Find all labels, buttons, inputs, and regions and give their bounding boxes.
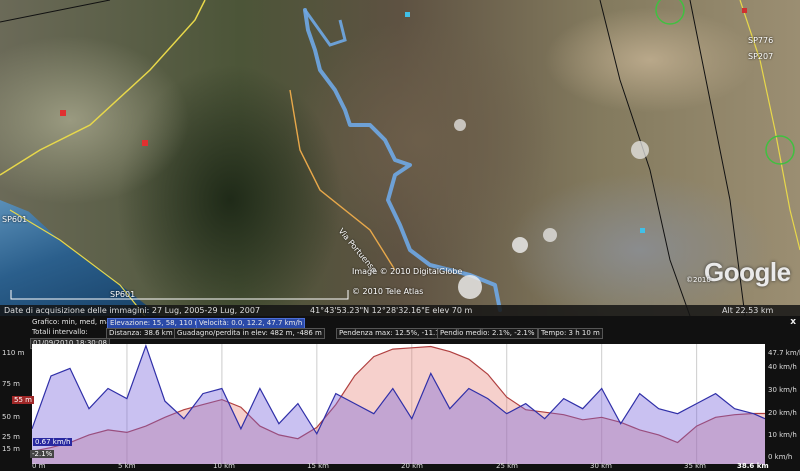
y-right-tick-0: 47.7 km/h [768, 349, 800, 357]
y-right-tick-5: 0 km/h [768, 453, 793, 461]
gps-track [303, 8, 502, 312]
cloud-2 [512, 237, 528, 253]
cloud-3 [631, 141, 649, 159]
y-left-tick-3: 25 m [2, 433, 20, 441]
graph-label: Grafico: min, med, max: [32, 318, 117, 326]
poi-icon-2 [142, 140, 148, 146]
avg-slope-chip: Pendio medio: 2.1%, -2.1% [437, 327, 538, 339]
x-tick-7: 35 km [684, 462, 707, 470]
x-tick-4: 20 km [401, 462, 424, 470]
elevation-gain-chip: Guadagno/perdita in elev: 482 m, -486 m [174, 327, 325, 339]
profile-row-2: Totali intervallo: Distanza: 38.6 km Gua… [0, 327, 800, 339]
y-right-tick-4: 10 km/h [768, 431, 797, 439]
poi-icon-1 [60, 110, 66, 116]
poi-icon-5 [742, 8, 747, 13]
y-left-tick-4: 15 m [2, 445, 20, 453]
poi-icon-3 [405, 12, 410, 17]
road-label-sp601-a: SP601 [2, 215, 28, 224]
cloud-5 [543, 228, 557, 242]
status-bar: Date di acquisizione delle immagini: 27 … [0, 305, 800, 317]
x-tick-5: 25 km [496, 462, 519, 470]
road-yellow-1 [0, 0, 206, 176]
y-left-tick-2: 50 m [2, 413, 20, 421]
google-logo: Google [704, 257, 791, 287]
elev-current-marker: 55 m [12, 396, 34, 404]
scale-bar [10, 290, 349, 300]
x-tick-6: 30 km [590, 462, 613, 470]
x-tick-2: 10 km [213, 462, 236, 470]
cloud-1 [458, 275, 482, 299]
x-tick-3: 15 km [307, 462, 330, 470]
profile-row-1: Grafico: min, med, max: Elevazione: 15, … [0, 317, 800, 329]
close-profile-button[interactable]: x [790, 317, 796, 327]
road-label-sp207: SP207 [748, 52, 774, 61]
y-right-tick-2: 30 km/h [768, 386, 797, 394]
google-copyright: ©2010 [686, 276, 711, 284]
data-credit: © 2010 Tele Atlas [352, 287, 424, 296]
distance-chip: Distanza: 38.6 km [106, 327, 176, 339]
y-left-tick-1: 75 m [2, 380, 20, 388]
road-yellow-3 [289, 89, 396, 271]
y-right-tick-3: 20 km/h [768, 409, 797, 417]
speed-current-marker: 0.67 km/h [33, 438, 73, 446]
y-left-tick-0: 110 m [2, 349, 25, 357]
road-black-1 [599, 0, 691, 316]
totals-label: Totali intervallo: [32, 328, 88, 336]
cursor-coordinates: 41°43'53.23"N 12°28'32.16"E elev 70 m [310, 306, 473, 315]
time-chip: Tempo: 3 h 10 m [538, 327, 603, 339]
eye-altitude: Alt 22.53 km [722, 306, 774, 315]
profile-chart[interactable] [32, 344, 765, 464]
imagery-credit: Image © 2010 DigitalGlobe [352, 267, 463, 276]
max-slope-chip: Pendenza max: 12.5%, -11.7% [336, 327, 450, 339]
road-label-sp776: SP776 [748, 36, 774, 45]
cloud-4 [454, 119, 466, 131]
imagery-date: Date di acquisizione delle immagini: 27 … [4, 306, 261, 315]
park-outline-1 [655, 0, 685, 25]
x-tick-8: 38.6 km [737, 462, 769, 470]
poi-icon-4 [640, 228, 645, 233]
profile-chart-svg[interactable] [32, 344, 765, 464]
map-view[interactable]: SP601 SP601 SP776 SP207 Via Portuense Im… [0, 0, 800, 316]
x-tick-1: 5 km [118, 462, 136, 470]
x-tick-0: 0 m [32, 462, 46, 470]
road-black-3 [0, 0, 111, 23]
slope-current-marker: -2.1% [30, 450, 55, 458]
y-right-tick-1: 40 km/h [768, 363, 797, 371]
